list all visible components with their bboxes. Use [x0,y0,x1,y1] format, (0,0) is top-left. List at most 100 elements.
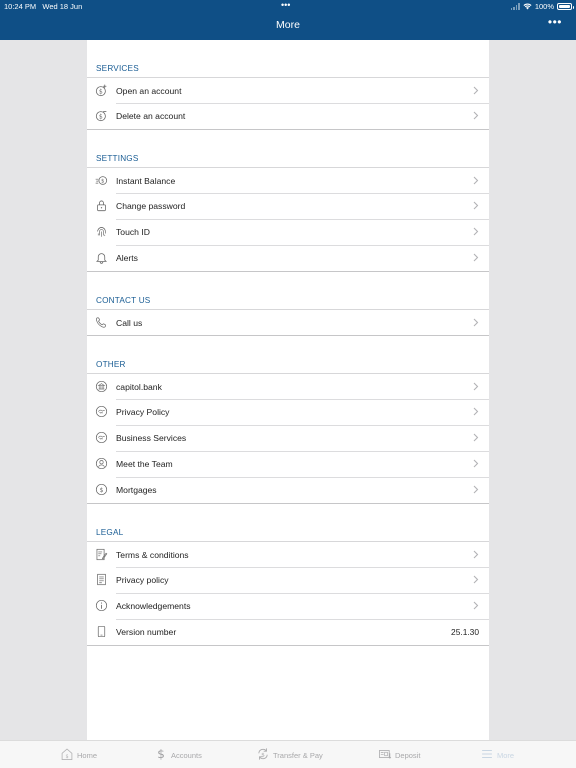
row-business-services[interactable]: Business Services [87,425,489,451]
tab-deposit[interactable]: Deposit [378,741,420,768]
row-call-us[interactable]: Call us [87,309,489,335]
person-icon [95,457,108,470]
section-rows: Terms & conditions Privacy policy Acknowle… [87,541,489,646]
status-time-text: 10:24 PM [4,2,37,11]
row-label: Instant Balance [116,175,176,186]
dollar-icon: $ [154,747,168,763]
row-instant-balance[interactable]: $ Instant Balance [87,167,489,193]
status-date-text: Wed 18 Jun [42,2,83,11]
fingerprint-icon [95,225,108,238]
multitasking-dots-icon[interactable]: ••• [281,0,290,10]
tab-label: More [497,750,515,760]
svg-text:$: $ [99,114,103,120]
row-privacy-policy[interactable]: Privacy Policy [87,399,489,425]
row-privacy-policy[interactable]: Privacy policy [87,567,489,593]
section-legal: LEGAL Terms & conditions Privacy policy Ack… [87,504,489,646]
section-header: OTHER [96,360,126,369]
settings-panel: SERVICES $ Open an account $ Delete an accou… [87,40,489,740]
chevron-right-icon [473,407,479,416]
info-icon [95,599,108,612]
section-settings: SETTINGS $ Instant Balance Change password T… [87,130,489,272]
lock-icon [95,199,108,212]
row-label: Change password [116,201,186,211]
row-label: Delete an account [116,111,186,121]
handshake-icon [95,431,108,444]
chevron-right-icon [473,485,479,494]
top-bar: 10:24 PM Wed 18 Jun ••• 100% More ••• [0,0,576,40]
row-alerts[interactable]: Alerts [87,245,489,271]
bell-icon [95,251,108,264]
tab-transfer-pay[interactable]: $ Transfer & Pay [256,741,323,768]
section-contact-us: CONTACT US Call us [87,272,489,336]
row-meet-the-team[interactable]: Meet the Team [87,451,489,477]
section-header: SERVICES [96,64,139,73]
battery-icon [557,3,574,10]
more-options-icon[interactable]: ••• [548,15,562,29]
row-change-password[interactable]: Change password [87,193,489,219]
row-mortgages[interactable]: $ Mortgages [87,477,489,503]
transfer-icon: $ [256,747,270,763]
chevron-right-icon [473,318,479,327]
row-label: Meet the Team [116,459,173,469]
row-label: Version number [116,627,177,637]
svg-text:$: $ [99,89,103,95]
row-touch-id[interactable]: Touch ID [87,219,489,245]
bank-icon [95,380,108,393]
row-acknowledgements[interactable]: Acknowledgements [87,593,489,619]
svg-text:$: $ [261,752,265,758]
tab-more[interactable]: More [480,741,514,768]
dollar-remove-icon: $ [95,109,108,122]
section-header: SETTINGS [96,154,139,163]
tab-label: Home [77,750,98,760]
chevron-right-icon [473,111,479,120]
menu-icon [480,747,494,763]
chevron-right-icon [473,201,479,210]
tab-home[interactable]: $ Home [60,741,97,768]
chevron-right-icon [473,459,479,468]
chevron-right-icon [473,86,479,95]
dollar-circle-icon: $ [95,483,108,496]
section-header: LEGAL [96,528,124,537]
document-pen-icon [95,548,108,561]
row-label: capitol.bank [116,381,162,392]
dollar-add-icon: $ [95,84,108,97]
chevron-right-icon [473,176,479,185]
tab-label: Accounts [171,750,202,760]
row-label: Privacy policy [116,575,169,585]
home-icon: $ [60,747,74,763]
phone-device-icon [95,625,108,638]
section-rows: $ Instant Balance Change password Touch ID A… [87,167,489,272]
status-time: 10:24 PM Wed 18 Jun [4,2,82,11]
svg-text:$: $ [101,178,104,184]
tab-label: Deposit [395,750,421,760]
battery-percent: 100% [534,2,554,11]
chevron-right-icon [473,550,479,559]
row-value: 25.1.30 [451,627,479,637]
row-label: Mortgages [116,485,157,495]
section-header: CONTACT US [96,296,151,305]
deposit-icon [378,747,392,763]
handshake-icon [95,405,108,418]
page-title: More [276,19,300,31]
section-other: OTHER capitol.bank Privacy Policy Business … [87,336,489,504]
instant-balance-icon: $ [95,174,108,187]
chevron-right-icon [473,601,479,610]
tab-accounts[interactable]: $ Accounts [154,741,202,768]
document-icon [95,573,108,586]
row-label: Call us [116,317,143,328]
row-label: Business Services [116,433,187,443]
row-capitol-bank[interactable]: capitol.bank [87,373,489,399]
status-right: 100% [510,2,574,11]
svg-text:$: $ [100,488,104,494]
svg-text:$: $ [65,754,68,760]
cellular-signal-icon [510,3,520,10]
chevron-right-icon [473,575,479,584]
row-delete-an-account[interactable]: $ Delete an account [87,103,489,129]
section-rows: capitol.bank Privacy Policy Business Servi… [87,373,489,504]
section-services: SERVICES $ Open an account $ Delete an accou… [87,40,489,130]
row-terms-conditions[interactable]: Terms & conditions [87,541,489,567]
tab-label: Transfer & Pay [273,750,323,760]
row-open-an-account[interactable]: $ Open an account [87,77,489,103]
row-label: Alerts [116,253,138,263]
section-rows: $ Open an account $ Delete an account [87,77,489,130]
